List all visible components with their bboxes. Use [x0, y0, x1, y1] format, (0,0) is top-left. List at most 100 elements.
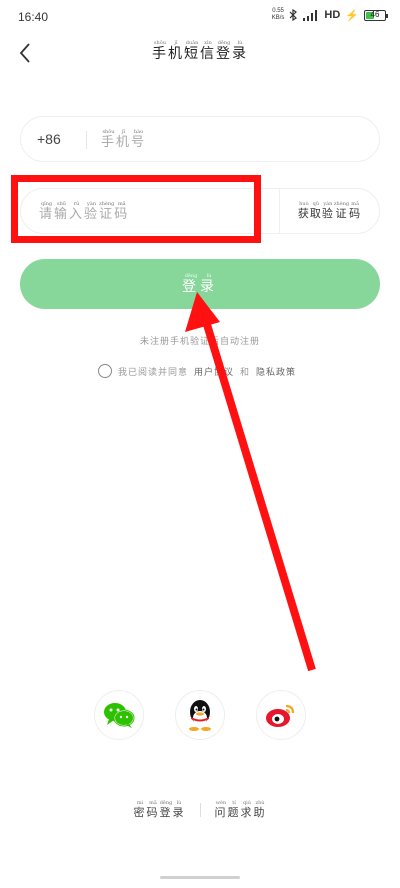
footer-links: 密mì码mǎ登dēng录lù 问wèn题tí求qiú助zhù: [0, 800, 400, 820]
pinyin: zhù: [253, 800, 267, 806]
password-login-link[interactable]: 密mì码mǎ登dēng录lù: [134, 800, 186, 820]
page-title: 手shǒu机jī短duǎn信xìn登dēng录lù: [0, 40, 400, 63]
ruby-base: 验: [321, 207, 334, 220]
ruby-base: 登: [159, 806, 173, 819]
ruby-base: 码: [146, 806, 160, 819]
ruby-char: 机jī: [168, 40, 184, 62]
pinyin: yàn: [321, 201, 334, 207]
ruby-base: 助: [253, 806, 267, 819]
ruby-char: 机jī: [116, 129, 132, 150]
pinyin: duǎn: [184, 40, 200, 46]
pinyin: wèn: [214, 800, 228, 806]
ruby-char: 密mì: [133, 800, 147, 819]
ruby-char: 码mǎ: [146, 800, 160, 819]
ruby-base: 码: [349, 207, 362, 220]
ruby-base: 密: [133, 806, 147, 819]
ruby-base: 手: [152, 46, 168, 62]
register-hint: 未注册手机验证后自动注册: [139, 337, 260, 347]
pinyin: lù: [172, 800, 186, 806]
ruby-char: 登dēng: [159, 800, 173, 819]
network-type: HD: [324, 9, 341, 21]
network-speed: 0.55 KB/s: [272, 8, 285, 22]
wechat-icon: [104, 703, 135, 728]
ruby-char: 录lù: [232, 40, 248, 62]
pinyin: huò: [297, 201, 310, 207]
pinyin: jī: [168, 40, 184, 46]
network-speed-unit: KB/s: [271, 15, 285, 21]
pinyin: qǔ: [309, 201, 322, 207]
ruby-char: 号hào: [131, 129, 147, 150]
agreement-checkbox[interactable]: [98, 364, 112, 378]
privacy-policy-link[interactable]: 隐私政策: [256, 365, 296, 378]
pinyin: mì: [133, 800, 147, 806]
phone-field[interactable]: +86 手shǒu机jī号hào: [20, 116, 380, 162]
ruby-base: 机: [168, 46, 184, 62]
qq-login-button[interactable]: [175, 690, 225, 740]
highlight-box: [11, 175, 261, 243]
country-code[interactable]: +86: [37, 131, 61, 147]
pinyin: hào: [131, 129, 147, 135]
bluetooth-icon: [289, 9, 298, 21]
pinyin: zhèng: [333, 201, 350, 207]
phone-input-placeholder: 手shǒu机jī号hào: [101, 129, 146, 150]
pinyin: dēng: [182, 272, 200, 279]
battery-level: 46: [370, 9, 380, 19]
qq-icon: [189, 700, 211, 731]
ruby-char: 题tí: [227, 800, 241, 819]
user-agreement-link[interactable]: 用户协议: [194, 365, 234, 378]
ruby-base: 取: [309, 207, 322, 220]
ruby-char: 手shǒu: [152, 40, 168, 62]
ruby-base: 录: [232, 46, 248, 62]
pinyin: shǒu: [152, 40, 168, 46]
ruby-char: 登dēng: [182, 273, 200, 296]
wechat-login-button[interactable]: [94, 690, 144, 740]
pinyin: tí: [227, 800, 241, 806]
pinyin: lù: [200, 272, 218, 279]
signal-icon: [303, 9, 318, 21]
ruby-base: 证: [333, 207, 350, 220]
battery-icon: 46: [364, 9, 388, 21]
pinyin: mǎ: [349, 201, 362, 207]
ruby-base: 机: [116, 135, 132, 150]
ruby-char: 取qǔ: [310, 201, 322, 221]
field-divider: [86, 131, 87, 149]
ruby-base: 短: [184, 46, 200, 62]
agreement-row: 我已阅读并同意 用户协议 和 隐私政策: [98, 364, 296, 378]
ruby-base: 登: [216, 46, 232, 62]
ruby-base: 手: [101, 135, 117, 150]
agreement-connector: 和: [240, 367, 251, 378]
ruby-char: 码mǎ: [349, 201, 361, 221]
ruby-char: 助zhù: [253, 800, 267, 819]
pinyin: shǒu: [101, 129, 116, 135]
status-icons: 0.55 KB/s HD ⚡ 46: [272, 8, 388, 22]
pinyin: jī: [116, 129, 132, 135]
get-code-button[interactable]: 获huò 取qǔ 验yàn 证zhèng 码mǎ: [279, 189, 379, 233]
footer-divider: [199, 803, 201, 817]
weibo-icon: [266, 704, 295, 727]
status-time: 16:40: [18, 10, 49, 24]
weibo-login-button[interactable]: [256, 690, 306, 740]
ruby-char: 求qiú: [240, 800, 254, 819]
ruby-char: 信xìn: [200, 40, 216, 62]
ruby-base: 题: [227, 806, 241, 819]
ruby-base: 求: [240, 806, 254, 819]
ruby-char: 问wèn: [214, 800, 228, 819]
pinyin: xìn: [200, 40, 216, 46]
home-indicator[interactable]: [160, 876, 240, 879]
ruby-base: 号: [131, 135, 147, 150]
login-button[interactable]: 登dēng 录lù: [20, 259, 380, 309]
pinyin: lù: [232, 40, 248, 46]
ruby-base: 信: [200, 46, 216, 62]
ruby-char: 录lù: [200, 273, 218, 296]
ruby-char: 获huò: [298, 201, 310, 221]
pinyin: qiú: [240, 800, 254, 806]
ruby-base: 登: [182, 278, 200, 295]
pinyin: dēng: [159, 800, 173, 806]
ruby-char: 验yàn: [322, 201, 334, 221]
ruby-base: 问: [214, 806, 228, 819]
ruby-char: 登dēng: [216, 40, 232, 62]
network-speed-value: 0.55: [272, 8, 284, 14]
help-link[interactable]: 问wèn题tí求qiú助zhù: [215, 800, 267, 820]
ruby-base: 获: [297, 207, 310, 220]
ruby-char: 证zhèng: [334, 201, 349, 221]
